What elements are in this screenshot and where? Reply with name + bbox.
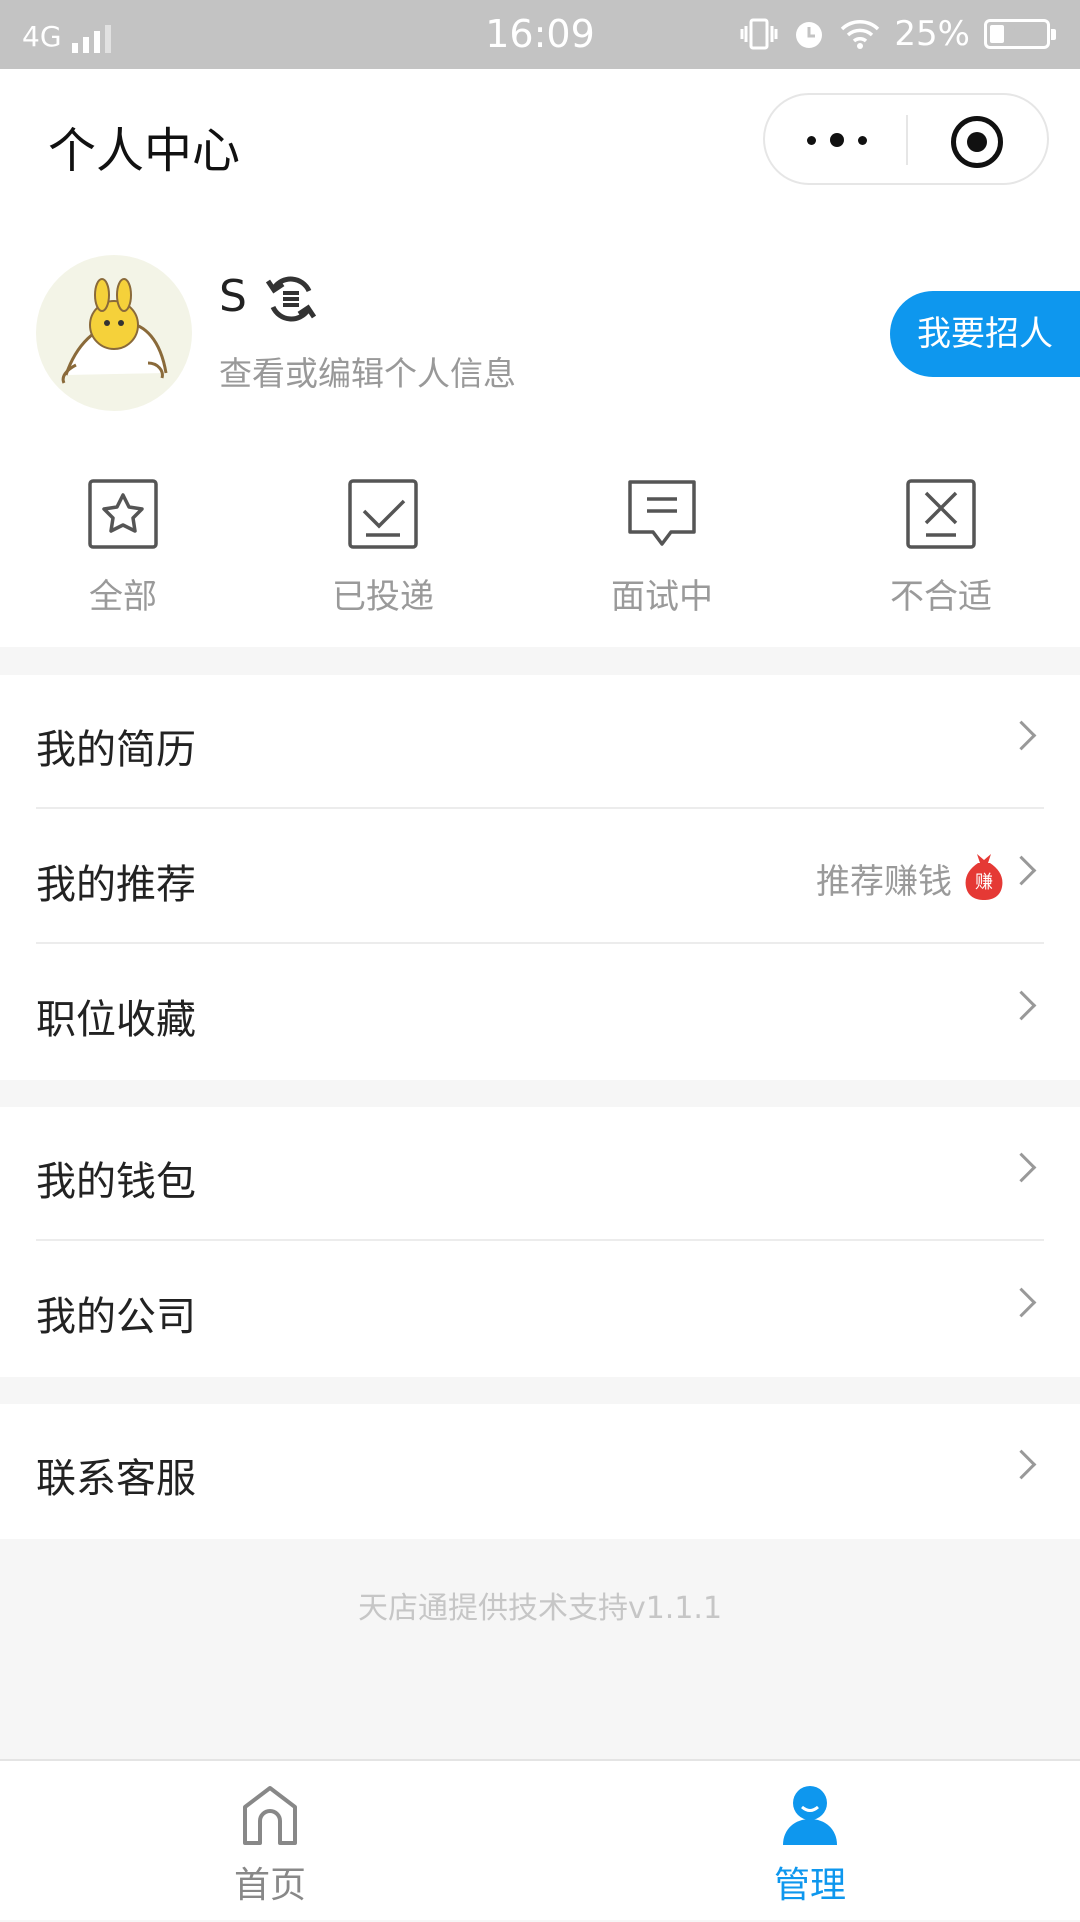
- stat-label: 面试中: [611, 577, 713, 617]
- x-doc-icon: [906, 479, 976, 549]
- menu-item-resume[interactable]: 我的简历: [0, 675, 1080, 809]
- menu-label: 职位收藏: [36, 997, 196, 1043]
- chat-bubble-icon: [628, 480, 696, 546]
- chevron-right-icon: [1006, 990, 1037, 1021]
- menu-group-2: 我的钱包 我的公司: [0, 1107, 1080, 1377]
- money-bag-badge-text: 赚: [975, 872, 993, 893]
- stat-submitted[interactable]: 已投递: [278, 479, 478, 619]
- tab-home-label: 首页: [233, 1865, 306, 1906]
- alarm-icon: [796, 22, 823, 48]
- chevron-right-icon: [1006, 1152, 1037, 1183]
- wifi-icon: [841, 20, 880, 49]
- menu-item-wallet[interactable]: 我的钱包: [0, 1107, 1080, 1241]
- chevron-right-icon: [1006, 855, 1037, 886]
- tab-home[interactable]: 首页: [0, 1761, 540, 1922]
- charging-bolt-icon: ⚡: [1007, 20, 1023, 45]
- menu-item-company[interactable]: 我的公司: [0, 1242, 1080, 1376]
- tech-support-footer: 天店通提供技术支持v1.1.1: [357, 1591, 723, 1626]
- money-bag-icon: 赚: [965, 854, 1003, 900]
- avatar-image: [61, 278, 168, 384]
- chevron-right-icon: [1006, 1449, 1037, 1480]
- stat-interviewing[interactable]: 面试中: [557, 479, 757, 619]
- edit-profile-link[interactable]: 查看或编辑个人信息: [219, 347, 516, 395]
- chevron-right-icon: [1006, 720, 1037, 751]
- menu-label: 我的简历: [36, 727, 196, 773]
- menu-label: 我的公司: [36, 1294, 196, 1340]
- mini-program-capsule: [763, 93, 1049, 185]
- nav-bar: 个人中心: [0, 69, 1080, 217]
- status-right: 25% ⚡: [740, 14, 1056, 54]
- user-name: S: [219, 271, 247, 322]
- stat-unsuitable[interactable]: 不合适: [836, 479, 1036, 619]
- tab-manage[interactable]: 管理: [540, 1761, 1080, 1922]
- menu-group-1: 我的简历 我的推荐 推荐赚钱 赚 职位收藏: [0, 675, 1080, 1080]
- menu-item-customer-service[interactable]: 联系客服: [0, 1404, 1080, 1538]
- chevron-right-icon: [1006, 1287, 1037, 1318]
- battery-percent: 25%: [894, 14, 970, 54]
- stat-all[interactable]: 全部: [18, 479, 218, 619]
- target-close-icon[interactable]: [951, 116, 1003, 168]
- star-doc-icon: [88, 479, 158, 549]
- battery-charging-icon: ⚡: [984, 19, 1056, 49]
- hire-button[interactable]: 我要招人: [890, 291, 1080, 377]
- status-bar: 4G 16:09 25% ⚡: [0, 0, 1080, 69]
- menu-group-3: 联系客服: [0, 1404, 1080, 1539]
- divider: [36, 1239, 1044, 1241]
- menu-label: 联系客服: [36, 1456, 196, 1502]
- home-icon: [243, 1786, 297, 1845]
- more-dots-icon[interactable]: [807, 115, 867, 165]
- stat-label: 已投递: [332, 577, 434, 617]
- menu-label: 我的推荐: [36, 862, 196, 908]
- battery-level-fill: [990, 25, 1004, 43]
- page-title: 个人中心: [48, 123, 241, 179]
- recommend-earn-text: 推荐赚钱: [816, 862, 952, 902]
- profile-section: S 查看或编辑个人信息 我要招人 全部 已投递 面试中 不合适: [0, 217, 1080, 647]
- stat-label: 全部: [89, 577, 157, 617]
- menu-item-favorites[interactable]: 职位收藏: [0, 945, 1080, 1079]
- stat-label: 不合适: [890, 577, 992, 617]
- check-doc-icon: [348, 479, 418, 549]
- divider: [36, 942, 1044, 944]
- menu-item-recommend[interactable]: 我的推荐 推荐赚钱 赚: [0, 810, 1080, 944]
- menu-label: 我的钱包: [36, 1159, 196, 1205]
- switch-role-icon[interactable]: [263, 271, 319, 327]
- person-icon: [783, 1786, 837, 1845]
- tab-bar: 首页 管理: [0, 1759, 1080, 1920]
- vibrate-icon: [740, 18, 778, 50]
- capsule-divider: [906, 115, 908, 165]
- divider: [36, 807, 1044, 809]
- avatar[interactable]: [36, 255, 192, 411]
- tab-manage-label: 管理: [773, 1865, 846, 1906]
